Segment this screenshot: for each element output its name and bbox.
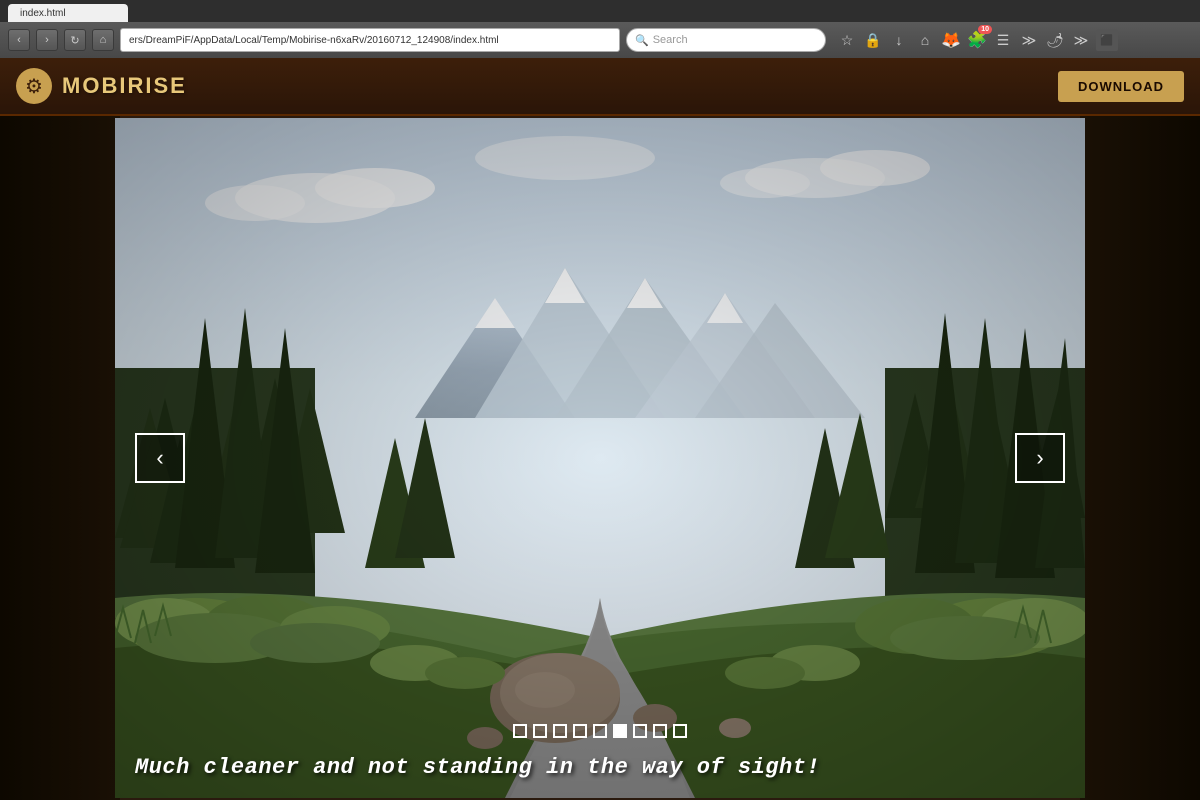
carousel-image — [115, 118, 1085, 798]
download-button[interactable]: DOWNLOAD — [1058, 71, 1184, 102]
search-bar[interactable]: 🔍 Search — [626, 28, 826, 52]
app-topbar: ⚙ MOBIRISE DOWNLOAD — [0, 58, 1200, 116]
menu-button[interactable]: ☰ — [992, 29, 1014, 51]
carousel-dot-1[interactable] — [513, 724, 527, 738]
window-controls[interactable]: ⬛ — [1096, 29, 1118, 51]
reload-button[interactable]: ↻ — [64, 29, 86, 51]
bg-side-right — [1080, 116, 1200, 800]
extensions-badge: 10 — [978, 25, 992, 34]
search-icon: 🔍 — [635, 34, 649, 47]
browser-icon-1[interactable]: 🦊 — [940, 29, 962, 51]
reload-icon: ↻ — [70, 34, 79, 47]
bg-side-left — [0, 116, 120, 800]
address-bar[interactable]: ers/DreamPiF/AppData/Local/Temp/Mobirise… — [120, 28, 620, 52]
forward-icon: › — [45, 34, 49, 46]
app-logo-icon: ⚙ — [16, 68, 52, 104]
home-button[interactable]: ⌂ — [92, 29, 114, 51]
next-arrow-icon: › — [1036, 445, 1043, 471]
forward-button[interactable]: › — [36, 29, 58, 51]
addon-icon-2[interactable]: ≫ — [1070, 29, 1092, 51]
home-nav-button[interactable]: ⌂ — [914, 29, 936, 51]
carousel-dot-2[interactable] — [533, 724, 547, 738]
prev-arrow-icon: ‹ — [156, 445, 163, 471]
extensions-button[interactable]: 🧩 10 — [966, 29, 988, 51]
carousel-dot-5[interactable] — [593, 724, 607, 738]
browser-tab[interactable]: index.html — [8, 4, 128, 22]
back-button[interactable]: ‹ — [8, 29, 30, 51]
carousel-dots — [513, 724, 687, 738]
addon-icon[interactable]: 🌶 — [1044, 29, 1066, 51]
overflow-button[interactable]: ≫ — [1018, 29, 1040, 51]
carousel-dot-9[interactable] — [673, 724, 687, 738]
carousel-dot-8[interactable] — [653, 724, 667, 738]
browser-chrome: index.html ‹ › ↻ ⌂ ers/DreamPiF/AppData/… — [0, 0, 1200, 58]
lock-button[interactable]: 🔒 — [862, 29, 884, 51]
browser-tabs: index.html — [0, 0, 1200, 22]
app-title: MOBIRISE — [62, 73, 187, 99]
download-manager-button[interactable]: ↓ — [888, 29, 910, 51]
carousel-dot-4[interactable] — [573, 724, 587, 738]
bookmark-button[interactable]: ☆ — [836, 29, 858, 51]
gear-icon: ⚙ — [25, 74, 43, 99]
toolbar-icons: ☆ 🔒 ↓ ⌂ 🦊 🧩 10 ☰ ≫ 🌶 ≫ ⬛ — [836, 29, 1118, 51]
landscape-svg — [115, 118, 1085, 798]
carousel-caption: Much cleaner and not standing in the way… — [115, 747, 1085, 788]
app-container: ⚙ MOBIRISE DOWNLOAD — [0, 58, 1200, 800]
app-topbar-right: DOWNLOAD — [1058, 71, 1184, 102]
main-content: ‹ › Much cleaner and not standing in the… — [0, 116, 1200, 800]
carousel-dot-3[interactable] — [553, 724, 567, 738]
carousel-prev-button[interactable]: ‹ — [135, 433, 185, 483]
address-text: ers/DreamPiF/AppData/Local/Temp/Mobirise… — [129, 35, 499, 46]
carousel-dot-6[interactable] — [613, 724, 627, 738]
search-input[interactable]: Search — [653, 34, 688, 46]
carousel-next-button[interactable]: › — [1015, 433, 1065, 483]
browser-toolbar: ‹ › ↻ ⌂ ers/DreamPiF/AppData/Local/Temp/… — [0, 22, 1200, 58]
carousel-dot-7[interactable] — [633, 724, 647, 738]
back-icon: ‹ — [17, 34, 21, 46]
tab-label: index.html — [20, 8, 66, 19]
home-icon: ⌂ — [100, 34, 107, 46]
carousel-container: ‹ › Much cleaner and not standing in the… — [115, 118, 1085, 798]
